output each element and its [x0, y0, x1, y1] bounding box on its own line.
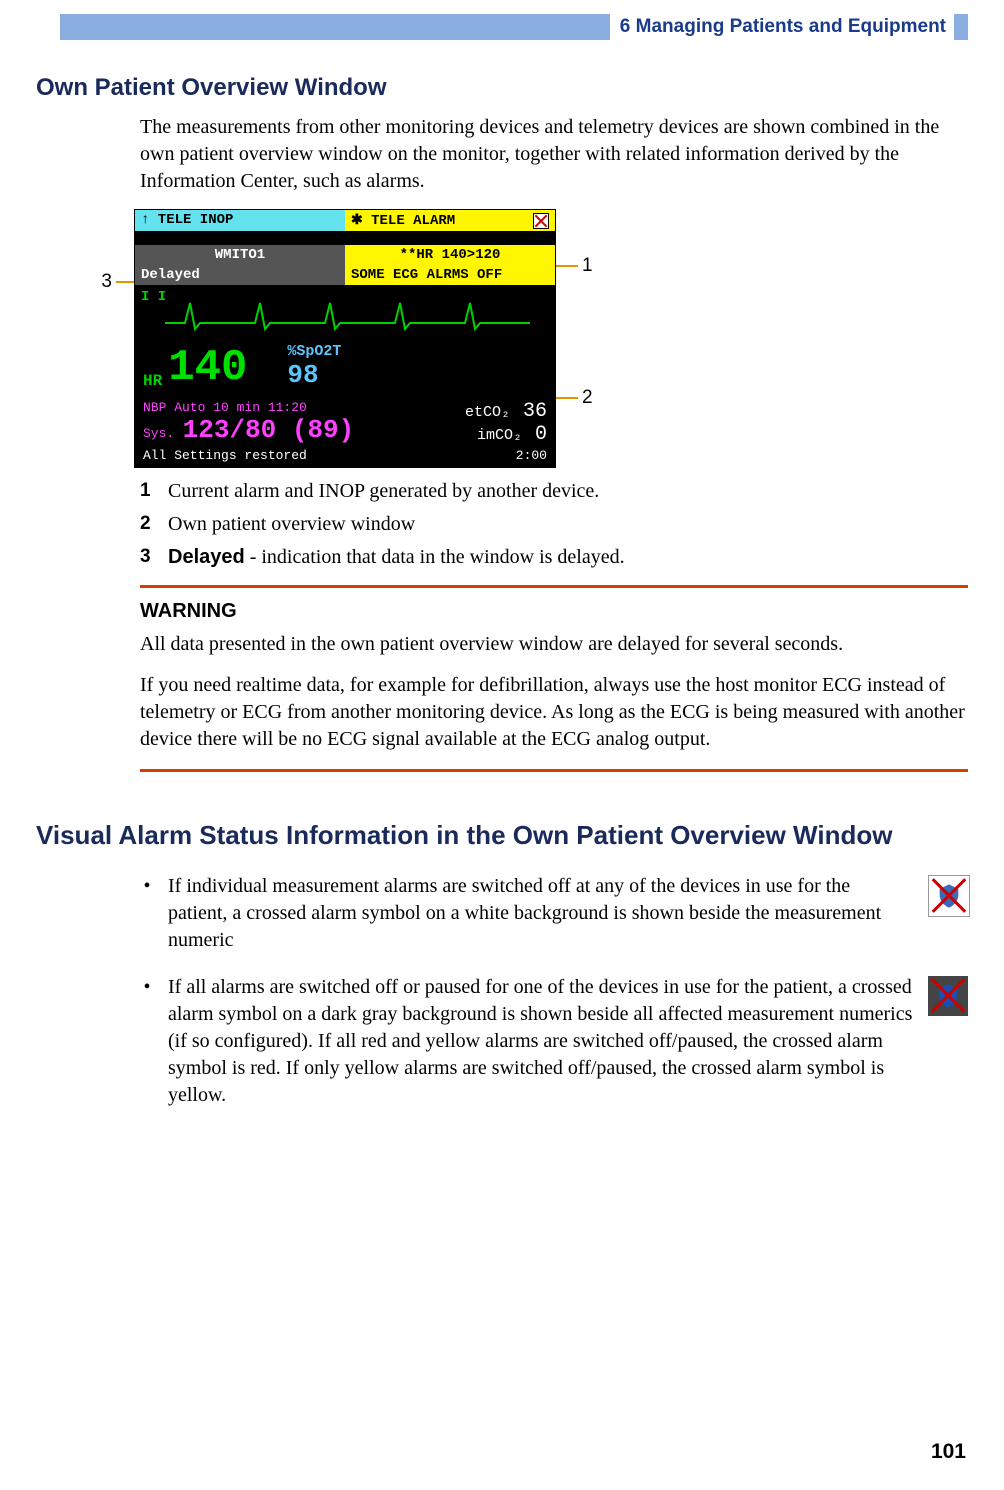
callout-line	[116, 281, 134, 283]
header-accent	[60, 14, 610, 40]
warning-heading: WARNING	[140, 600, 968, 623]
header-accent-tail	[954, 14, 968, 40]
hr-label: HR	[143, 372, 162, 390]
callout-3: 3	[101, 271, 112, 293]
legend-num-1: 1	[140, 480, 168, 503]
nbp-value: 123/80 (89)	[183, 415, 355, 445]
status-footer-right: 2:00	[516, 448, 547, 463]
imco2-value: 0	[535, 423, 547, 446]
header-bar: 6 Managing Patients and Equipment	[60, 14, 968, 40]
hr-alarm-banner: **HR 140>120	[345, 245, 555, 265]
bullet-dot: •	[140, 875, 154, 898]
callout-line	[556, 265, 578, 267]
etco2-label: etCO₂	[465, 404, 510, 421]
nbp-sys-label: Sys.	[143, 426, 174, 441]
nbp-header: NBP Auto 10 min 11:20	[143, 400, 307, 415]
crossed-alarm-white-icon	[928, 875, 970, 917]
chapter-title: 6 Managing Patients and Equipment	[610, 14, 946, 40]
intro-paragraph: The measurements from other monitoring d…	[140, 114, 968, 195]
callout-line	[556, 397, 578, 399]
figure-legend: 1 Current alarm and INOP generated by an…	[140, 480, 968, 569]
warning-rule-bottom	[140, 769, 968, 772]
delayed-label: Delayed	[135, 265, 345, 285]
legend-num-3: 3	[140, 546, 168, 569]
status-footer-left: All Settings restored	[143, 448, 307, 463]
warning-p1: All data presented in the own patient ov…	[140, 631, 968, 658]
legend-3-rest: - indication that data in the window is …	[245, 546, 625, 568]
legend-text-1: Current alarm and INOP generated by anot…	[168, 480, 968, 503]
device-id: WMITO1	[135, 245, 345, 265]
tele-alarm-label: ✱ TELE ALARM	[351, 212, 455, 229]
section-title-own-patient-overview: Own Patient Overview Window	[36, 74, 1004, 102]
tele-alarm-banner: ✱ TELE ALARM	[345, 210, 555, 231]
monitor-figure: 3 ↑ TELE INOP ✱ TELE ALARM WMITO1 **HR 1…	[100, 209, 968, 468]
hr-value: 140	[168, 346, 247, 390]
warning-p2: If you need realtime data, for example f…	[140, 672, 968, 753]
ecg-waveform-icon	[165, 295, 535, 335]
legend-text-3: Delayed - indication that data in the wi…	[168, 546, 968, 569]
warning-rule-top	[140, 585, 968, 588]
monitor-screen: ↑ TELE INOP ✱ TELE ALARM WMITO1 **HR 140…	[134, 209, 556, 468]
spo2-value: 98	[287, 360, 318, 390]
crossed-alarm-dark-icon	[928, 976, 968, 1016]
ecg-lead-label: I I	[141, 289, 166, 305]
visual-alarm-bullet-list: • If individual measurement alarms are s…	[140, 873, 968, 1109]
legend-text-2: Own patient overview window	[168, 513, 968, 536]
callout-1: 1	[582, 255, 593, 277]
etco2-value: 36	[523, 400, 547, 423]
bullet-1-text: If individual measurement alarms are swi…	[168, 873, 914, 954]
spo2-label: %SpO2T	[287, 343, 341, 360]
bullet-dot: •	[140, 976, 154, 999]
tele-inop-banner: ↑ TELE INOP	[135, 210, 345, 231]
imco2-label: imCO₂	[477, 427, 522, 444]
callout-2: 2	[582, 387, 593, 409]
page-number: 101	[931, 1440, 966, 1464]
legend-num-2: 2	[140, 513, 168, 536]
section-title-visual-alarm-status: Visual Alarm Status Information in the O…	[36, 820, 1004, 851]
bullet-2-text: If all alarms are switched off or paused…	[168, 974, 914, 1109]
ecg-alarms-off-banner: SOME ECG ALRMS OFF	[345, 265, 555, 285]
alarm-off-icon	[533, 213, 549, 229]
legend-3-bold: Delayed	[168, 546, 245, 568]
